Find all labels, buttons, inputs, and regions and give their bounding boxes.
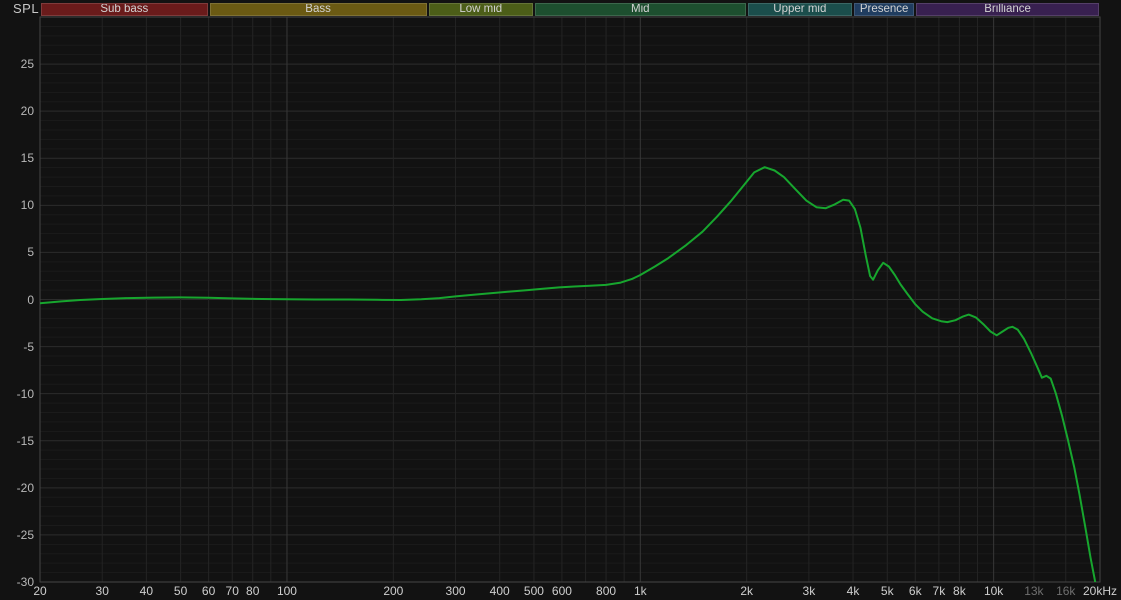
plot-area <box>39 16 1101 583</box>
band-label: Low mid <box>459 3 503 15</box>
y-tick-label: 20 <box>20 104 34 119</box>
frequency-response-curve <box>40 166 1097 582</box>
y-tick-label: -5 <box>23 339 34 354</box>
y-tick-label: 15 <box>20 151 34 166</box>
x-tick-label: 6k <box>908 584 922 598</box>
x-tick-label: 100 <box>276 584 297 598</box>
band-label: Mid <box>631 3 650 15</box>
x-tick-label: 5k <box>880 584 894 598</box>
horizontal-gridlines <box>40 25 1100 574</box>
x-tick-label: 200 <box>383 584 404 598</box>
x-tick-label: 30 <box>95 584 109 598</box>
band-sub-bass: Sub bass <box>41 3 208 16</box>
x-tick-label: 500 <box>523 584 544 598</box>
band-upper-mid: Upper mid <box>747 3 853 16</box>
x-tick-label: 1k <box>633 584 647 598</box>
band-low-mid: Low mid <box>428 3 533 16</box>
x-tick-label: 2k <box>740 584 753 598</box>
x-tick-label: 20 <box>33 584 47 598</box>
x-tick-label: 40 <box>139 584 154 598</box>
band-label: Bass <box>305 3 331 15</box>
band-bass: Bass <box>209 3 427 16</box>
band-label: Upper mid <box>773 3 827 15</box>
x-tick-label: 8k <box>953 584 966 598</box>
band-label: Presence <box>859 3 909 15</box>
x-tick-label: 16k <box>1056 584 1076 598</box>
x-tick-label: 300 <box>445 584 466 598</box>
band-presence: Presence <box>854 3 915 16</box>
x-tick-label: 13k <box>1024 584 1044 598</box>
band-brilliance: Brilliance <box>916 3 1099 16</box>
x-tick-label: 7k <box>932 584 946 598</box>
y-tick-label: -15 <box>16 433 34 448</box>
x-tick-label: 400 <box>489 584 510 598</box>
x-tick-label: 60 <box>201 584 216 598</box>
band-label: Brilliance <box>984 3 1031 15</box>
y-tick-label: 10 <box>20 198 34 213</box>
x-tick-label: 70 <box>225 584 239 598</box>
frequency-response-chart: SPL Sub bass Bass Low mid Mid Upper mid Prese… <box>0 0 1121 600</box>
y-tick-label: -20 <box>16 480 34 495</box>
x-tick-label: 600 <box>551 584 572 598</box>
band-mid: Mid <box>534 3 746 16</box>
x-tick-label: 800 <box>596 584 617 598</box>
x-tick-label: 4k <box>846 584 860 598</box>
y-tick-label: 25 <box>20 57 34 72</box>
x-tick-label: 80 <box>246 584 260 598</box>
y-tick-label: -25 <box>16 527 34 542</box>
x-tick-label: 10k <box>983 584 1004 598</box>
y-tick-label: 0 <box>27 292 34 307</box>
x-tick-label: 3k <box>802 584 816 598</box>
x-tick-label: 20kHz <box>1082 584 1118 598</box>
y-tick-label: -10 <box>16 386 34 401</box>
y-tick-label: 5 <box>27 245 34 260</box>
band-label: Sub bass <box>100 3 149 15</box>
y-tick-label: -30 <box>16 575 34 589</box>
x-tick-label: 50 <box>173 584 188 598</box>
